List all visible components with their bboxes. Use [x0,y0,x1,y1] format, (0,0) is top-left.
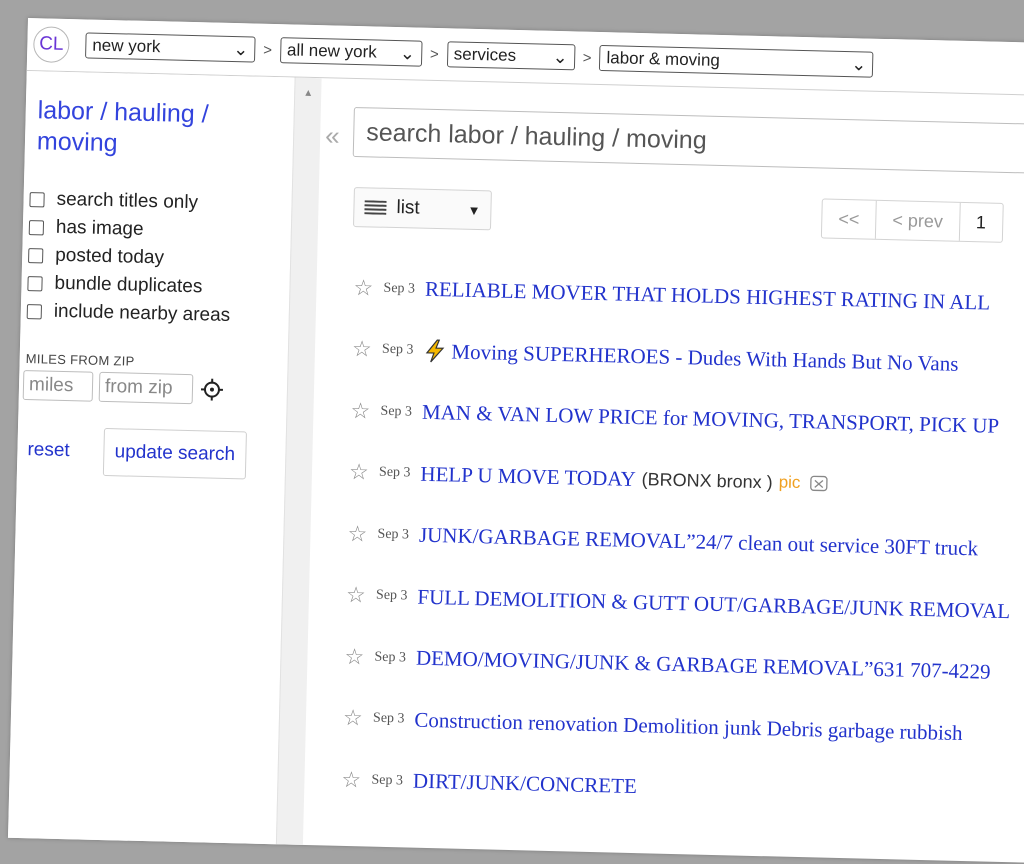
favorite-star-icon[interactable]: ☆ [352,336,379,363]
breadcrumb: new york ⌄ > all new york ⌄ > services ⌄ > labor … [85,32,874,77]
result-date: Sep 3 [379,465,411,482]
result-date: Sep 3 [377,526,409,543]
miles-input[interactable]: miles [23,370,94,402]
breadcrumb-select-value: services [454,44,517,66]
result-date: Sep 3 [373,711,405,728]
pic-badge: pic [778,473,800,494]
chevron-down-icon: ⌄ [400,48,415,58]
filter-label: search titles only [56,189,198,214]
chevron-down-icon: ⌄ [553,52,568,62]
favorite-star-icon[interactable]: ☆ [350,398,377,425]
search-input[interactable]: search labor / hauling / moving [353,107,1024,176]
checkbox[interactable] [27,304,42,319]
result-title-link[interactable]: RELIABLE MOVER THAT HOLDS HIGHEST RATING… [425,277,991,316]
checkbox[interactable] [28,248,43,263]
miles-from-zip-label: MILES FROM ZIP [25,351,287,372]
result-date: Sep 3 [380,403,412,420]
result-title-link[interactable]: Moving SUPERHEROES - Dudes With Hands Bu… [451,339,959,376]
caret-down-icon: ▼ [467,202,480,217]
breadcrumb-separator: > [263,41,272,58]
favorite-star-icon[interactable]: ☆ [343,705,370,732]
pagination: << < prev 1 [821,198,1004,242]
favorite-star-icon[interactable]: ☆ [344,644,371,671]
results-list: ☆Sep 3RELIABLE MOVER THAT HOLDS HIGHEST … [341,257,1019,827]
result-title-link[interactable]: MAN & VAN LOW PRICE for MOVING, TRANSPOR… [422,400,1000,439]
breadcrumb-select[interactable]: labor & moving ⌄ [599,45,874,78]
filter-list: search titles only has image posted today b… [26,185,291,331]
result-title-link[interactable]: HELP U MOVE TODAY [420,461,636,491]
favorite-star-icon[interactable]: ☆ [347,521,374,548]
zip-input[interactable]: from zip [99,372,194,404]
filter-label: bundle duplicates [54,273,202,299]
current-page[interactable]: 1 [959,203,1002,242]
category-title-line2[interactable]: moving [37,126,294,163]
prev-page-button[interactable]: < prev [876,201,960,241]
result-date: Sep 3 [382,342,414,359]
craigslist-logo[interactable]: CL [33,26,70,63]
filter-label: posted today [55,245,164,270]
result-date: Sep 3 [374,649,406,666]
filter-option[interactable]: include nearby areas [26,297,289,331]
breadcrumb-select-value: all new york [287,40,377,62]
chevron-down-icon: ⌄ [851,59,866,69]
breadcrumb-separator: > [430,45,439,62]
view-mode-dropdown[interactable]: list ▼ [353,187,492,230]
list-lines-icon [364,200,386,215]
result-title-link[interactable]: DIRT/JUNK/CONCRETE [413,769,637,799]
first-page-button[interactable]: << [822,199,877,238]
checkbox[interactable] [27,276,42,291]
chevron-down-icon: ⌄ [233,44,248,54]
page: CL new york ⌄ > all new york ⌄ > services ⌄ > lab… [8,18,1024,864]
lightning-bolt-icon [423,339,446,364]
search-actions: reset update search [27,426,286,480]
result-date: Sep 3 [383,281,415,298]
result-title-link[interactable]: Construction renovation Demolition junk … [414,707,963,745]
category-title[interactable]: labor / hauling / moving [37,95,294,163]
checkbox[interactable] [29,220,44,235]
breadcrumb-select[interactable]: services ⌄ [446,41,575,70]
filter-label: include nearby areas [54,301,231,327]
filter-label: has image [56,217,144,241]
favorite-star-icon[interactable]: ☆ [353,275,380,302]
main-content: « search labor / hauling / moving list ▼… [302,78,1024,863]
breadcrumb-select[interactable]: all new york ⌄ [280,37,423,66]
breadcrumb-separator: > [583,49,592,66]
result-title-link[interactable]: FULL DEMOLITION & GUTT OUT/GARBAGE/JUNK … [417,584,1010,623]
crosshair-icon[interactable] [201,378,224,401]
reset-link[interactable]: reset [27,439,70,462]
update-search-button[interactable]: update search [103,428,247,479]
favorite-star-icon[interactable]: ☆ [346,582,373,609]
zip-row: miles from zip [23,370,288,406]
view-mode-label: list [396,197,420,220]
result-date: Sep 3 [371,772,403,789]
breadcrumb-select-value: new york [92,36,160,58]
result-neighborhood: (BRONX bronx ) [641,469,773,493]
result-title-link[interactable]: JUNK/GARBAGE REMOVAL”24/7 clean out serv… [419,523,979,562]
scroll-up-arrow-icon[interactable]: ▲ [295,88,321,100]
collapse-sidebar-button[interactable]: « [325,120,340,151]
result-date: Sep 3 [376,588,408,605]
checkbox[interactable] [29,192,44,207]
breadcrumb-select[interactable]: new york ⌄ [85,32,256,62]
sidebar: labor / hauling / moving search titles o… [8,71,295,857]
breadcrumb-select-value: labor & moving [606,48,720,71]
result-title-link[interactable]: DEMO/MOVING/JUNK & GARBAGE REMOVAL”631 7… [416,646,991,685]
hide-posting-icon[interactable] [808,473,828,493]
favorite-star-icon[interactable]: ☆ [349,459,376,486]
